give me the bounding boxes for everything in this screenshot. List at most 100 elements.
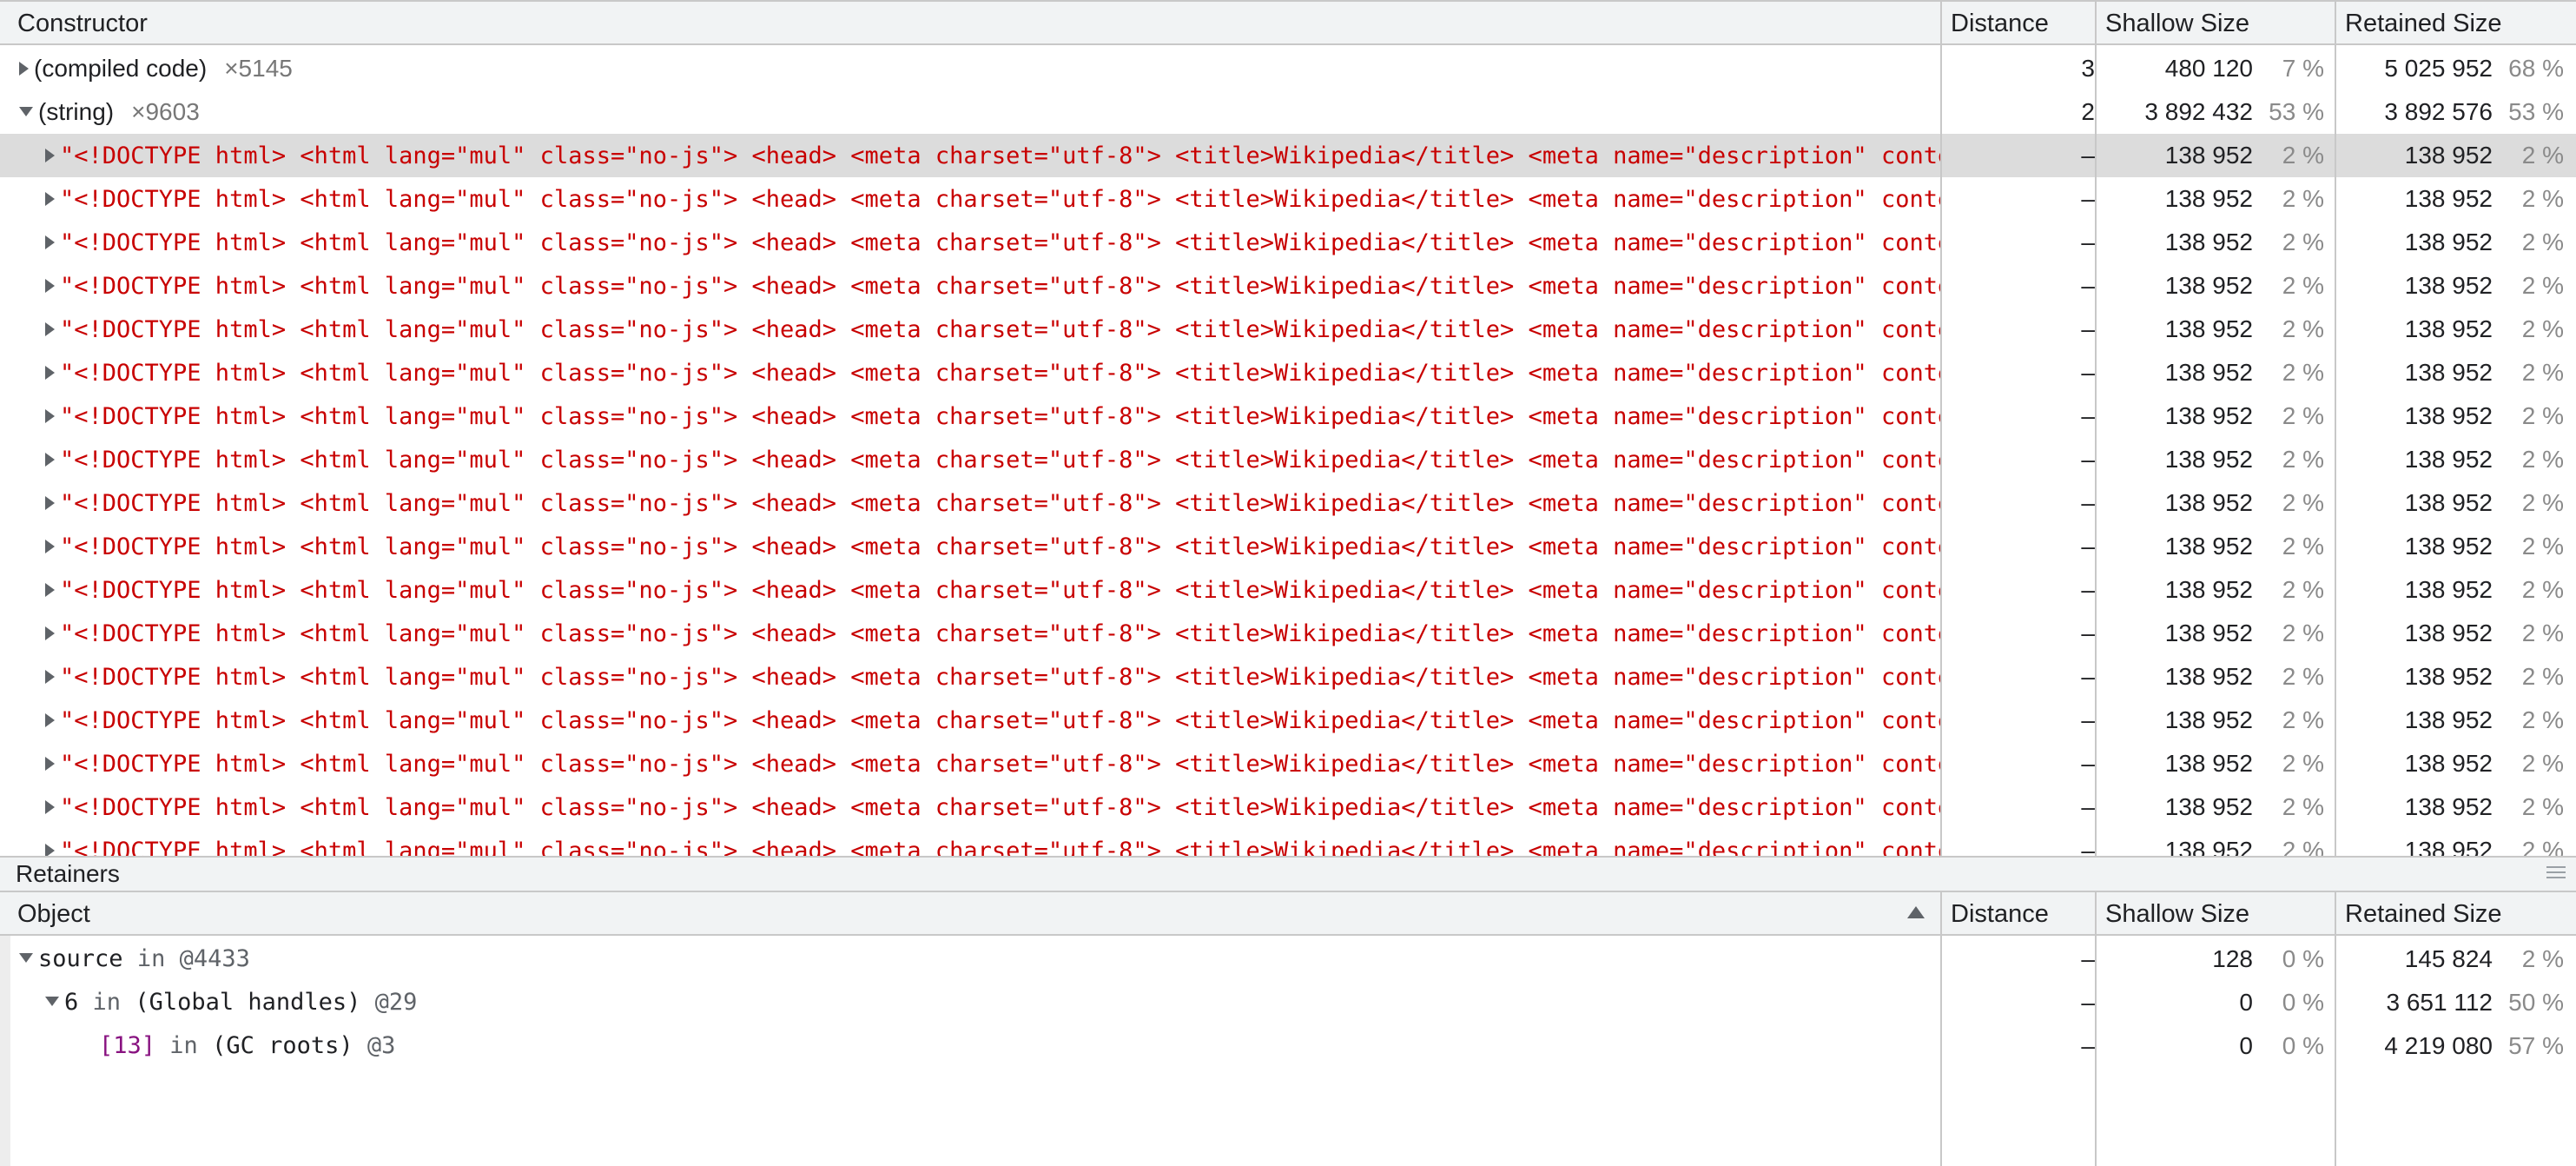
column-divider[interactable] bbox=[2335, 0, 2336, 856]
column-divider[interactable] bbox=[2335, 891, 2336, 1166]
expand-triangle-right-icon[interactable] bbox=[45, 712, 55, 727]
object-column-header[interactable]: Object bbox=[17, 892, 90, 934]
distance-value: – bbox=[2081, 533, 2095, 560]
string-instance-row[interactable]: "<!DOCTYPE html> <html lang="mul" class=… bbox=[0, 612, 2576, 655]
string-instance-row[interactable]: "<!DOCTYPE html> <html lang="mul" class=… bbox=[0, 785, 2576, 829]
string-instance-row[interactable]: "<!DOCTYPE html> <html lang="mul" class=… bbox=[0, 742, 2576, 785]
shallow-size-column-header[interactable]: Shallow Size bbox=[2105, 2, 2249, 43]
retainers-distance-column-header[interactable]: Distance bbox=[1951, 892, 2049, 934]
expand-triangle-right-icon[interactable] bbox=[45, 452, 55, 467]
shallow-size-percent: 2 % bbox=[2282, 489, 2324, 516]
string-name-cell: "<!DOCTYPE html> <html lang="mul" class=… bbox=[0, 177, 1940, 221]
string-instance-row[interactable]: "<!DOCTYPE html> <html lang="mul" class=… bbox=[0, 829, 2576, 856]
retained-size-value: 138 952 bbox=[2404, 793, 2493, 820]
string-value: "<!DOCTYPE html> <html lang="mul" class=… bbox=[60, 273, 1940, 300]
shallow-size-percent: 2 % bbox=[2282, 315, 2324, 342]
retained-size-value: 138 952 bbox=[2404, 837, 2493, 856]
string-value: "<!DOCTYPE html> <html lang="mul" class=… bbox=[60, 447, 1940, 474]
retained-size-value: 138 952 bbox=[2404, 229, 2493, 255]
distance-column-header[interactable]: Distance bbox=[1951, 2, 2049, 43]
distance-value: – bbox=[2081, 185, 2095, 212]
string-value: "<!DOCTYPE html> <html lang="mul" class=… bbox=[60, 490, 1940, 517]
string-instance-row[interactable]: "<!DOCTYPE html> <html lang="mul" class=… bbox=[0, 177, 2576, 221]
distance-value: – bbox=[2081, 315, 2095, 342]
expand-triangle-right-icon[interactable] bbox=[45, 669, 55, 684]
shallow-size-percent: 2 % bbox=[2282, 229, 2324, 255]
retained-size-value: 3 892 576 bbox=[2384, 98, 2493, 125]
string-name-cell: "<!DOCTYPE html> <html lang="mul" class=… bbox=[0, 829, 1940, 856]
shallow-size-percent: 2 % bbox=[2282, 446, 2324, 473]
retainer-row[interactable]: 6 in (Global handles) @29 – 0 0 % 3 651 … bbox=[0, 981, 2576, 1024]
string-instance-row[interactable]: "<!DOCTYPE html> <html lang="mul" class=… bbox=[0, 308, 2576, 351]
drag-handle-icon[interactable] bbox=[2546, 866, 2566, 880]
constructor-column-header[interactable]: Constructor bbox=[17, 2, 148, 43]
retainers-shallow-size-column-header[interactable]: Shallow Size bbox=[2105, 892, 2249, 934]
retained-size-value: 138 952 bbox=[2404, 185, 2493, 212]
retained-size-percent: 2 % bbox=[2521, 837, 2564, 856]
retainer-row[interactable]: source in @4433 – 128 0 % 145 824 2 % bbox=[0, 937, 2576, 981]
string-instance-row[interactable]: "<!DOCTYPE html> <html lang="mul" class=… bbox=[0, 481, 2576, 525]
distance-value: – bbox=[2081, 706, 2095, 733]
expand-triangle-right-icon[interactable] bbox=[45, 799, 55, 814]
expand-triangle-down-icon[interactable] bbox=[19, 107, 33, 117]
retained-size-percent: 2 % bbox=[2521, 489, 2564, 516]
string-value: "<!DOCTYPE html> <html lang="mul" class=… bbox=[60, 751, 1940, 778]
string-instance-row[interactable]: "<!DOCTYPE html> <html lang="mul" class=… bbox=[0, 568, 2576, 612]
expand-triangle-down-icon[interactable] bbox=[45, 997, 59, 1006]
expand-triangle-right-icon[interactable] bbox=[45, 582, 55, 597]
expand-triangle-right-icon[interactable] bbox=[45, 408, 55, 423]
column-divider[interactable] bbox=[1940, 0, 1942, 856]
constructor-panel: Constructor Distance Shallow Size Retain… bbox=[0, 0, 2576, 856]
expand-triangle-right-icon[interactable] bbox=[45, 843, 55, 856]
string-value: "<!DOCTYPE html> <html lang="mul" class=… bbox=[60, 316, 1940, 343]
expand-triangle-down-icon[interactable] bbox=[19, 953, 33, 963]
retainer-row[interactable]: [13] in (GC roots) @3 – 0 0 % 4 219 080 … bbox=[0, 1024, 2576, 1068]
column-divider[interactable] bbox=[2095, 0, 2097, 856]
string-instance-row[interactable]: "<!DOCTYPE html> <html lang="mul" class=… bbox=[0, 134, 2576, 177]
retainers-title: Retainers bbox=[16, 860, 120, 887]
expand-triangle-right-icon[interactable] bbox=[45, 235, 55, 249]
expand-triangle-right-icon[interactable] bbox=[45, 365, 55, 380]
retainers-retained-size-column-header[interactable]: Retained Size bbox=[2345, 892, 2502, 934]
string-instance-row[interactable]: "<!DOCTYPE html> <html lang="mul" class=… bbox=[0, 438, 2576, 481]
column-divider[interactable] bbox=[1940, 891, 1942, 1166]
shallow-size-value: 128 bbox=[2212, 945, 2253, 972]
expand-triangle-right-icon[interactable] bbox=[45, 495, 55, 510]
expand-triangle-right-icon[interactable] bbox=[45, 756, 55, 771]
string-instance-row[interactable]: "<!DOCTYPE html> <html lang="mul" class=… bbox=[0, 221, 2576, 264]
expand-triangle-right-icon[interactable] bbox=[45, 321, 55, 336]
sort-ascending-icon[interactable] bbox=[1907, 906, 1925, 918]
column-divider[interactable] bbox=[2095, 891, 2097, 1166]
string-instance-row[interactable]: "<!DOCTYPE html> <html lang="mul" class=… bbox=[0, 655, 2576, 699]
retained-size-column-header[interactable]: Retained Size bbox=[2345, 2, 2502, 43]
constructor-group-row[interactable]: (compiled code) ×5145 3 480 120 7 % 5 025… bbox=[0, 47, 2576, 90]
shallow-size-percent: 2 % bbox=[2282, 793, 2324, 820]
constructor-group-row[interactable]: (string) ×9603 2 3 892 432 53 % 3 892 576… bbox=[0, 90, 2576, 134]
string-instance-row[interactable]: "<!DOCTYPE html> <html lang="mul" class=… bbox=[0, 264, 2576, 308]
expand-triangle-right-icon[interactable] bbox=[45, 278, 55, 293]
string-name-cell: "<!DOCTYPE html> <html lang="mul" class=… bbox=[0, 351, 1940, 394]
expand-triangle-right-icon[interactable] bbox=[45, 148, 55, 162]
shallow-size-percent: 2 % bbox=[2282, 619, 2324, 646]
string-instance-row[interactable]: "<!DOCTYPE html> <html lang="mul" class=… bbox=[0, 699, 2576, 742]
expand-triangle-right-icon[interactable] bbox=[19, 61, 29, 76]
string-name-cell: "<!DOCTYPE html> <html lang="mul" class=… bbox=[0, 394, 1940, 438]
retained-size-percent: 2 % bbox=[2521, 402, 2564, 429]
string-instance-row[interactable]: "<!DOCTYPE html> <html lang="mul" class=… bbox=[0, 394, 2576, 438]
retainer-in-keyword: in bbox=[136, 945, 166, 972]
distance-value: – bbox=[2081, 663, 2095, 690]
retained-size-percent: 2 % bbox=[2521, 793, 2564, 820]
group-name: (string) bbox=[38, 98, 115, 125]
retained-size-percent: 50 % bbox=[2508, 989, 2564, 1016]
shallow-size-value: 138 952 bbox=[2164, 576, 2253, 603]
expand-triangle-right-icon[interactable] bbox=[45, 191, 55, 206]
string-instance-row[interactable]: "<!DOCTYPE html> <html lang="mul" class=… bbox=[0, 525, 2576, 568]
expand-triangle-right-icon[interactable] bbox=[45, 539, 55, 553]
retained-size-value: 138 952 bbox=[2404, 663, 2493, 690]
retained-size-value: 138 952 bbox=[2404, 446, 2493, 473]
expand-triangle-right-icon[interactable] bbox=[45, 626, 55, 640]
retainer-object-name: (Global handles) bbox=[135, 989, 361, 1016]
string-instance-row[interactable]: "<!DOCTYPE html> <html lang="mul" class=… bbox=[0, 351, 2576, 394]
shallow-size-value: 138 952 bbox=[2164, 272, 2253, 299]
shallow-size-value: 138 952 bbox=[2164, 185, 2253, 212]
